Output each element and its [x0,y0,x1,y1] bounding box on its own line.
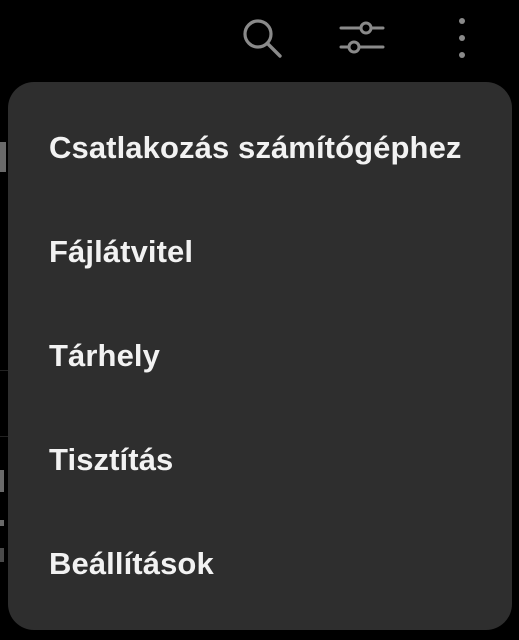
background-content [0,520,4,526]
top-toolbar [0,0,519,80]
background-content [0,142,6,172]
menu-item-cleanup[interactable]: Tisztítás [8,408,512,512]
menu-item-storage[interactable]: Tárhely [8,304,512,408]
filter-button[interactable] [336,12,388,64]
background-content [0,548,4,562]
menu-item-settings[interactable]: Beállítások [8,512,512,616]
menu-item-file-transfer[interactable]: Fájlátvitel [8,200,512,304]
search-icon [243,19,282,58]
menu-item-connect-to-pc[interactable]: Csatlakozás számítógéphez [8,96,512,200]
screen: Csatlakozás számítógéphez Fájlátvitel Tá… [0,0,519,640]
more-vertical-icon [459,18,465,58]
search-button[interactable] [236,12,288,64]
background-content [0,470,4,492]
overflow-menu: Csatlakozás számítógéphez Fájlátvitel Tá… [8,82,512,630]
more-options-button[interactable] [436,12,488,64]
sliders-icon [339,21,385,54]
